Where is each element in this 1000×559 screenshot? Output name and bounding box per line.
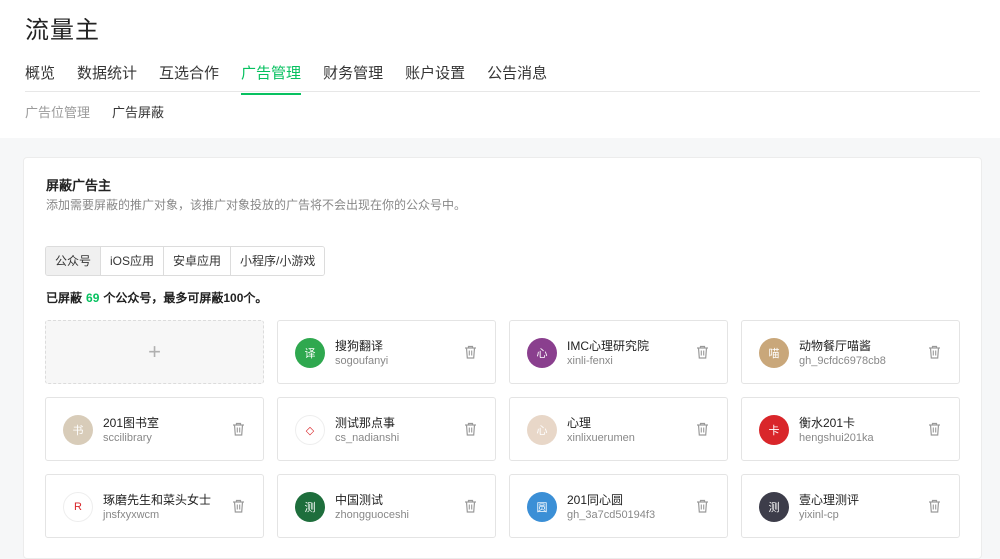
trash-icon[interactable] [464, 345, 477, 359]
account-avatar: 心 [527, 338, 557, 368]
segment-mini-program[interactable]: 小程序/小游戏 [231, 247, 325, 275]
blocked-count: 已屏蔽 69 个公众号，最多可屏蔽100个。 [46, 289, 267, 306]
account-id: cs_nadianshi [335, 432, 400, 444]
trash-icon[interactable] [696, 345, 709, 359]
trash-icon[interactable] [696, 499, 709, 513]
account-id: gh_3a7cd50194f3 [567, 509, 656, 521]
account-id: sogoufanyi [335, 355, 389, 367]
account-name: 搜狗翻译 [335, 339, 384, 353]
section-title: 屏蔽广告主 [46, 178, 112, 193]
blocked-account-tile: 喵动物餐厅喵酱 gh_9cfdc6978cb8 [741, 320, 960, 384]
account-name: 201同心圆 [567, 493, 624, 507]
blocked-account-tile: ◇ 测试那点事 cs_nadianshi [277, 397, 496, 461]
account-avatar: 圆 [527, 492, 557, 522]
account-name: 壹心理测评 [799, 493, 860, 507]
type-segmented-control: 公众号 iOS应用 安卓应用 小程序/小游戏 [45, 246, 326, 276]
blocked-account-tile: 心 IMC心理研究院 xinli-fenxi [509, 320, 728, 384]
account-avatar: 喵 [759, 338, 789, 368]
trash-icon[interactable] [928, 499, 941, 513]
subnav-ad-slots[interactable]: 广告位管理 [25, 102, 90, 121]
plus-icon: + [148, 339, 161, 364]
trash-icon[interactable] [464, 499, 477, 513]
app-title: 流量主 [25, 17, 100, 44]
account-name: 201图书室 [103, 416, 160, 430]
account-name: 测试那点事 [335, 416, 396, 430]
blocked-account-tile: 测壹心理测评 yixinl-cp [741, 474, 960, 538]
blocked-account-tile: 书 201图书室 sccilibrary [45, 397, 264, 461]
account-id: xinli-fenxi [567, 355, 613, 367]
segment-android-app[interactable]: 安卓应用 [164, 247, 232, 275]
account-name: 衡水201卡 [799, 416, 856, 430]
account-avatar: 测 [295, 492, 325, 522]
count-suffix: 个公众号，最多可屏蔽100个。 [103, 291, 268, 305]
account-id: gh_9cfdc6978cb8 [799, 355, 886, 367]
blocked-account-tile: 心心理 xinlixuerumen [509, 397, 728, 461]
account-name: IMC心理研究院 [567, 339, 649, 353]
blocked-account-tile: 测中国测试 zhongguoceshi [277, 474, 496, 538]
count-value: 69 [86, 291, 100, 305]
blocked-account-tile: 译搜狗翻译 sogoufanyi [277, 320, 496, 384]
trash-icon[interactable] [928, 422, 941, 436]
block-advertiser-card: 屏蔽广告主 添加需要屏蔽的推广对象，该推广对象投放的广告将不会出现在你的公众号中… [23, 157, 982, 559]
trash-icon[interactable] [232, 499, 245, 513]
blocked-account-tile: R 琢磨先生和菜头女士 jnsfxyxwcm [45, 474, 264, 538]
trash-icon[interactable] [696, 422, 709, 436]
account-avatar: 译 [295, 338, 325, 368]
blocked-account-tile: 卡衡水201卡 hengshui201ka [741, 397, 960, 461]
account-avatar: ◇ [295, 415, 325, 445]
account-id: zhongguoceshi [335, 509, 410, 521]
account-avatar: 卡 [759, 415, 789, 445]
account-id: sccilibrary [103, 432, 152, 444]
section-description: 添加需要屏蔽的推广对象，该推广对象投放的广告将不会出现在你的公众号中。 [46, 198, 467, 212]
account-id: hengshui201ka [799, 432, 874, 444]
account-name: 琢磨先生和菜头女士 [103, 493, 212, 507]
account-name: 动物餐厅喵酱 [799, 339, 872, 353]
segment-official-account[interactable]: 公众号 [46, 247, 102, 275]
account-avatar: R [63, 492, 93, 522]
trash-icon[interactable] [232, 422, 245, 436]
add-blocked-account-button[interactable]: + [45, 320, 264, 384]
account-avatar: 心 [527, 415, 557, 445]
nav-divider [25, 91, 980, 92]
segment-ios-app[interactable]: iOS应用 [101, 247, 165, 275]
trash-icon[interactable] [464, 422, 477, 436]
account-id: jnsfxyxwcm [103, 509, 160, 521]
count-prefix: 已屏蔽 [46, 291, 83, 305]
top-bar: 流量主 概览 数据统计 互选合作 广告管理 财务管理 账户设置 公告消息 广告位… [0, 0, 1000, 138]
account-name: 心理 [567, 416, 592, 430]
trash-icon[interactable] [928, 345, 941, 359]
account-id: yixinl-cp [799, 509, 839, 521]
account-id: xinlixuerumen [567, 432, 635, 444]
subnav-ad-blocking[interactable]: 广告屏蔽 [112, 102, 164, 121]
account-name: 中国测试 [335, 493, 384, 507]
sub-nav: 广告位管理 广告屏蔽 [25, 102, 186, 121]
account-avatar: 书 [63, 415, 93, 445]
blocked-account-tile: 圆 201同心圆 gh_3a7cd50194f3 [509, 474, 728, 538]
account-avatar: 测 [759, 492, 789, 522]
